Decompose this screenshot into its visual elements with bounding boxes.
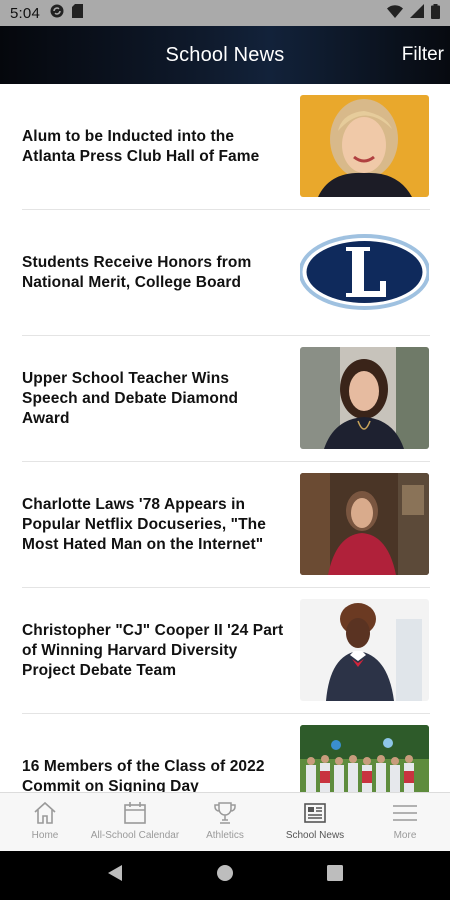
news-headline[interactable]: Upper School Teacher Wins Speech and Deb…: [22, 369, 287, 429]
filter-button[interactable]: Filter: [402, 26, 444, 84]
sd-card-icon: [72, 4, 83, 22]
status-time: 5:04: [10, 4, 40, 22]
tab-label: School News: [285, 830, 345, 841]
news-thumbnail[interactable]: [300, 221, 429, 323]
sync-icon: [50, 4, 64, 22]
bottom-tab-bar: Home All-School Calendar Athletics Schoo…: [0, 792, 450, 851]
news-item[interactable]: Christopher "CJ" Cooper II '24 Part of W…: [0, 588, 450, 714]
back-icon[interactable]: [107, 864, 123, 887]
news-item[interactable]: Upper School Teacher Wins Speech and Deb…: [0, 336, 450, 462]
wifi-icon: [387, 4, 403, 22]
tab-label: All-School Calendar: [90, 830, 180, 841]
tab-more[interactable]: More: [360, 793, 450, 851]
home-icon: [30, 799, 60, 827]
news-item[interactable]: Charlotte Laws '78 Appears in Popular Ne…: [0, 462, 450, 588]
signal-icon: [410, 4, 424, 22]
app-header: School News Filter: [0, 26, 450, 84]
news-item[interactable]: Students Receive Honors from National Me…: [0, 210, 450, 336]
tab-athletics[interactable]: Athletics: [180, 793, 270, 851]
news-thumbnail[interactable]: [300, 599, 429, 701]
tab-label: More: [393, 830, 417, 841]
recents-icon[interactable]: [327, 865, 344, 886]
system-nav-bar: [0, 851, 450, 900]
news-headline[interactable]: 16 Members of the Class of 2022 Commit o…: [22, 757, 287, 792]
news-thumbnail[interactable]: [300, 473, 429, 575]
page-title: School News: [165, 43, 285, 66]
calendar-icon: [120, 799, 150, 827]
news-thumbnail[interactable]: [300, 725, 429, 792]
tab-school-news[interactable]: School News: [270, 793, 360, 851]
status-bar: 5:04: [0, 0, 450, 26]
battery-icon: [431, 3, 440, 23]
news-item[interactable]: Alum to be Inducted into the Atlanta Pre…: [0, 84, 450, 210]
tab-label: Athletics: [206, 830, 244, 841]
trophy-icon: [210, 799, 240, 827]
menu-icon: [390, 799, 420, 827]
tab-all-school-calendar[interactable]: All-School Calendar: [90, 793, 180, 851]
news-headline[interactable]: Alum to be Inducted into the Atlanta Pre…: [22, 127, 287, 167]
newspaper-icon: [300, 799, 330, 827]
news-thumbnail[interactable]: [300, 347, 429, 449]
news-thumbnail[interactable]: [300, 95, 429, 197]
tab-label: Home: [31, 830, 59, 841]
news-headline[interactable]: Charlotte Laws '78 Appears in Popular Ne…: [22, 495, 287, 555]
news-headline[interactable]: Christopher "CJ" Cooper II '24 Part of W…: [22, 621, 287, 681]
news-item[interactable]: 16 Members of the Class of 2022 Commit o…: [0, 714, 450, 792]
news-headline[interactable]: Students Receive Honors from National Me…: [22, 253, 287, 293]
tab-home[interactable]: Home: [0, 793, 90, 851]
home-circle-icon[interactable]: [216, 864, 234, 887]
news-list[interactable]: Alum to be Inducted into the Atlanta Pre…: [0, 84, 450, 792]
